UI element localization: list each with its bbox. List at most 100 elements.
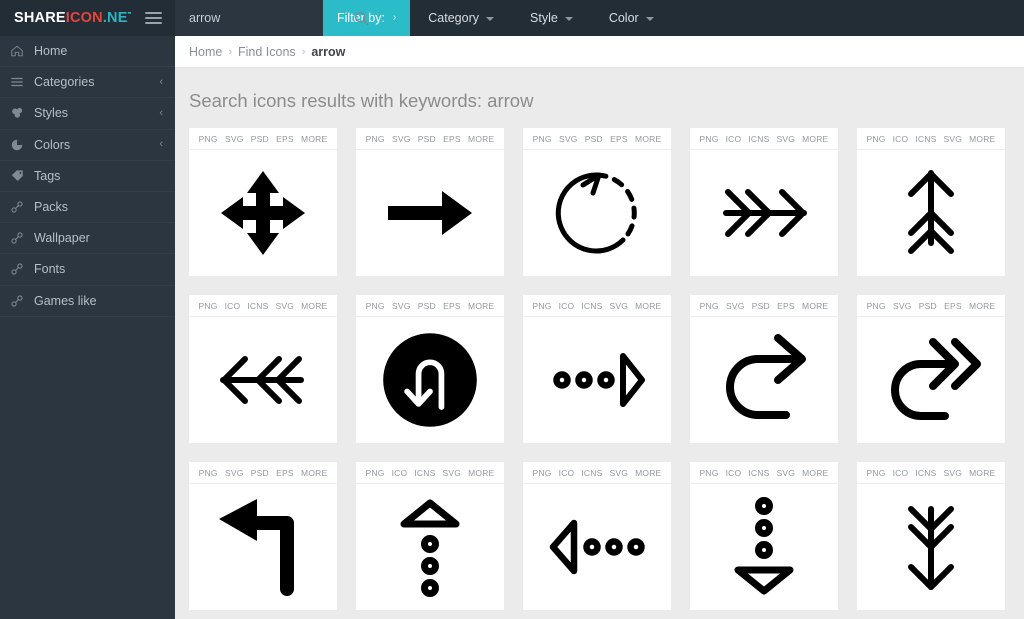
- sidebar-item-games-like[interactable]: Games like: [0, 286, 175, 317]
- format-link[interactable]: PNG: [700, 301, 719, 311]
- icon-card[interactable]: PNG SVG PSD EPS MORE: [189, 462, 337, 610]
- menu-style[interactable]: Style: [512, 0, 591, 36]
- icon-card[interactable]: PNG SVG PSD EPS MORE: [690, 295, 838, 443]
- menu-color[interactable]: Color: [590, 0, 672, 36]
- format-link[interactable]: PNG: [199, 134, 218, 144]
- format-link[interactable]: SVG: [777, 134, 796, 144]
- format-link[interactable]: PSD: [919, 301, 937, 311]
- sidebar-item-tags[interactable]: Tags: [0, 161, 175, 192]
- format-more-link[interactable]: MORE: [802, 301, 828, 311]
- format-link[interactable]: SVG: [392, 301, 411, 311]
- search-input[interactable]: [187, 7, 352, 29]
- format-link[interactable]: PNG: [867, 468, 886, 478]
- format-more-link[interactable]: MORE: [969, 468, 995, 478]
- format-link[interactable]: PSD: [585, 134, 603, 144]
- format-link[interactable]: ICNS: [581, 301, 602, 311]
- icon-card[interactable]: PNG ICO ICNS SVG MORE: [857, 462, 1005, 610]
- turn-left-arrow-icon[interactable]: [189, 484, 337, 610]
- sidebar-item-colors[interactable]: Colors ‹: [0, 130, 175, 161]
- curved-redo-arrow-icon[interactable]: [690, 317, 838, 443]
- format-link[interactable]: ICNS: [748, 134, 769, 144]
- format-link[interactable]: EPS: [777, 301, 795, 311]
- format-link[interactable]: ICO: [225, 301, 241, 311]
- icon-card[interactable]: PNG ICO ICNS SVG MORE: [523, 462, 671, 610]
- format-link[interactable]: PSD: [418, 134, 436, 144]
- sidebar-item-fonts[interactable]: Fonts: [0, 254, 175, 286]
- format-more-link[interactable]: MORE: [301, 301, 327, 311]
- format-link[interactable]: EPS: [276, 468, 294, 478]
- format-link[interactable]: ICNS: [581, 468, 602, 478]
- format-link[interactable]: SVG: [610, 301, 629, 311]
- format-link[interactable]: SVG: [726, 301, 745, 311]
- move-four-way-arrow-icon[interactable]: [189, 150, 337, 276]
- format-link[interactable]: SVG: [944, 134, 963, 144]
- dots-right-triangle-arrow-icon[interactable]: [523, 317, 671, 443]
- dots-down-triangle-arrow-icon[interactable]: [690, 484, 838, 610]
- feathered-down-arrow-icon[interactable]: [857, 484, 1005, 610]
- format-link[interactable]: EPS: [610, 134, 628, 144]
- feathered-up-arrow-icon[interactable]: [857, 150, 1005, 276]
- format-link[interactable]: ICNS: [915, 134, 936, 144]
- breadcrumb-item-find-icons[interactable]: Find Icons: [238, 45, 296, 59]
- format-more-link[interactable]: MORE: [468, 301, 494, 311]
- format-link[interactable]: PNG: [533, 468, 552, 478]
- format-link[interactable]: SVG: [443, 468, 462, 478]
- format-link[interactable]: PNG: [700, 134, 719, 144]
- feathered-left-arrow-icon[interactable]: [189, 317, 337, 443]
- format-link[interactable]: PNG: [867, 301, 886, 311]
- feathered-right-arrow-icon[interactable]: [690, 150, 838, 276]
- format-link[interactable]: PSD: [251, 468, 269, 478]
- sidebar-item-packs[interactable]: Packs: [0, 192, 175, 224]
- format-link[interactable]: EPS: [944, 301, 962, 311]
- format-link[interactable]: EPS: [276, 134, 294, 144]
- format-more-link[interactable]: MORE: [468, 468, 494, 478]
- u-turn-arrow-circle-icon[interactable]: [356, 317, 504, 443]
- format-link[interactable]: PNG: [199, 468, 218, 478]
- format-link[interactable]: PSD: [251, 134, 269, 144]
- format-link[interactable]: ICO: [726, 468, 742, 478]
- format-link[interactable]: PNG: [366, 301, 385, 311]
- format-link[interactable]: ICO: [559, 468, 575, 478]
- solid-right-arrow-icon[interactable]: [356, 150, 504, 276]
- format-link[interactable]: ICO: [893, 468, 909, 478]
- icon-card[interactable]: PNG ICO ICNS SVG MORE: [857, 128, 1005, 276]
- format-more-link[interactable]: MORE: [969, 301, 995, 311]
- format-link[interactable]: PNG: [366, 134, 385, 144]
- brand-logo[interactable]: SHAREICON.NET: [0, 0, 136, 36]
- format-link[interactable]: SVG: [777, 468, 796, 478]
- icon-card[interactable]: PNG ICO ICNS SVG MORE: [523, 295, 671, 443]
- format-link[interactable]: PNG: [867, 134, 886, 144]
- circular-refresh-arrow-icon[interactable]: [523, 150, 671, 276]
- up-triangle-dots-arrow-icon[interactable]: [356, 484, 504, 610]
- format-more-link[interactable]: MORE: [635, 134, 661, 144]
- format-link[interactable]: PSD: [418, 301, 436, 311]
- format-more-link[interactable]: MORE: [802, 468, 828, 478]
- format-more-link[interactable]: MORE: [969, 134, 995, 144]
- format-link[interactable]: SVG: [559, 134, 578, 144]
- breadcrumb-item-home[interactable]: Home: [189, 45, 222, 59]
- search-icon[interactable]: [352, 9, 370, 27]
- format-more-link[interactable]: MORE: [468, 134, 494, 144]
- format-link[interactable]: PNG: [199, 301, 218, 311]
- icon-card[interactable]: PNG SVG PSD EPS MORE: [356, 295, 504, 443]
- format-more-link[interactable]: MORE: [635, 468, 661, 478]
- format-more-link[interactable]: MORE: [635, 301, 661, 311]
- icon-card[interactable]: PNG SVG PSD EPS MORE: [523, 128, 671, 276]
- format-link[interactable]: EPS: [443, 134, 461, 144]
- format-link[interactable]: SVG: [893, 301, 912, 311]
- icon-card[interactable]: PNG ICO ICNS SVG MORE: [189, 295, 337, 443]
- menu-toggle-button[interactable]: [131, 0, 175, 36]
- icon-card[interactable]: PNG SVG PSD EPS MORE: [356, 128, 504, 276]
- icon-card[interactable]: PNG SVG PSD EPS MORE: [857, 295, 1005, 443]
- icon-card[interactable]: PNG ICO ICNS SVG MORE: [690, 128, 838, 276]
- format-link[interactable]: ICNS: [247, 301, 268, 311]
- format-link[interactable]: SVG: [276, 301, 295, 311]
- format-link[interactable]: SVG: [225, 468, 244, 478]
- format-link[interactable]: PNG: [533, 134, 552, 144]
- icon-card[interactable]: PNG ICO ICNS SVG MORE: [690, 462, 838, 610]
- format-link[interactable]: ICNS: [414, 468, 435, 478]
- icon-card[interactable]: PNG ICO ICNS SVG MORE: [356, 462, 504, 610]
- format-link[interactable]: ICO: [726, 134, 742, 144]
- format-link[interactable]: PNG: [533, 301, 552, 311]
- format-link[interactable]: ICO: [893, 134, 909, 144]
